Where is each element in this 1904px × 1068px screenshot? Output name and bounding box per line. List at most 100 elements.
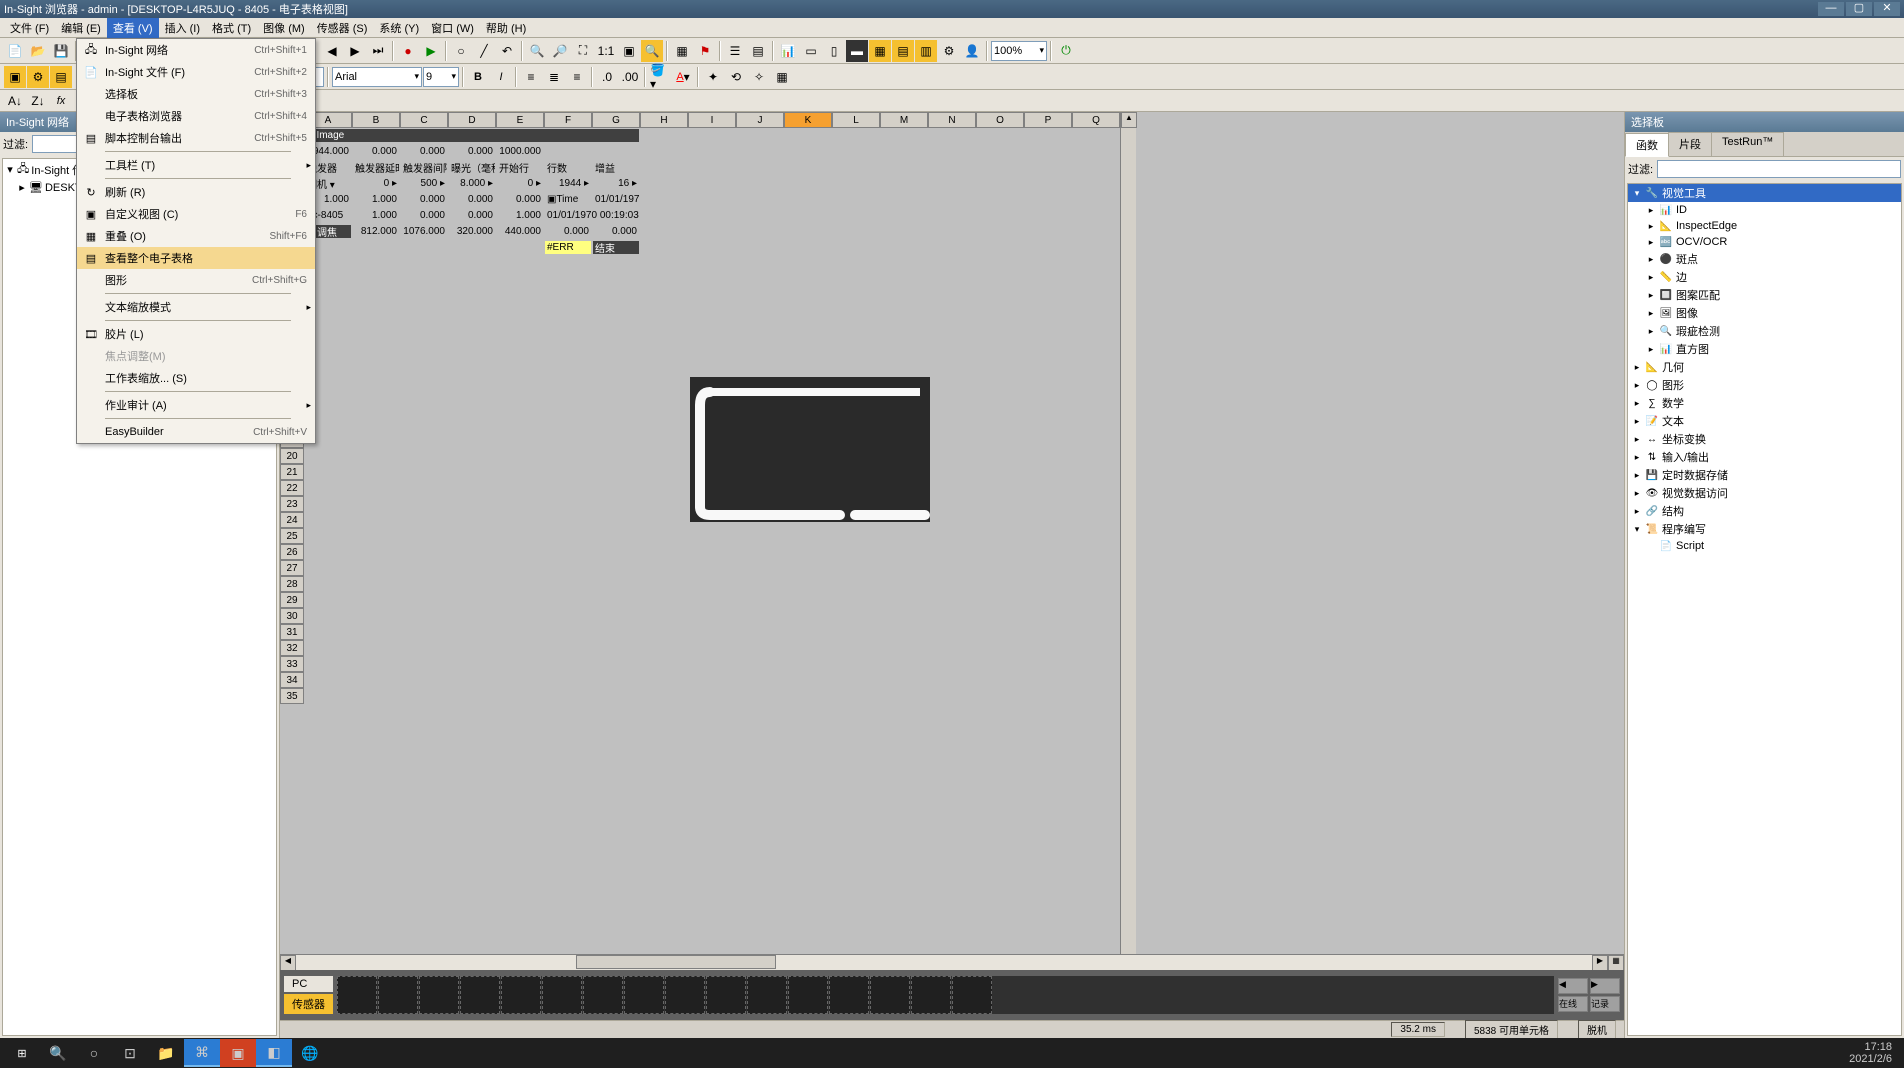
cell[interactable] [1072, 688, 1120, 703]
cell[interactable] [544, 288, 592, 303]
cell[interactable] [832, 240, 880, 255]
cell[interactable] [832, 416, 880, 431]
taskview-button[interactable]: ⊡ [112, 1039, 148, 1067]
cell[interactable] [544, 352, 592, 367]
cell[interactable] [400, 272, 448, 287]
cell[interactable] [592, 496, 640, 511]
cell[interactable] [352, 464, 400, 479]
cell[interactable] [352, 368, 400, 383]
cell[interactable] [448, 560, 496, 575]
cell[interactable] [400, 688, 448, 703]
cell[interactable] [688, 656, 736, 671]
cell[interactable] [736, 400, 784, 415]
menu-item[interactable]: 文本缩放模式▸ [77, 296, 315, 318]
cell[interactable] [976, 656, 1024, 671]
cell[interactable] [784, 528, 832, 543]
cell[interactable] [592, 144, 640, 159]
cell[interactable] [928, 320, 976, 335]
zoom-100-button[interactable]: 1:1 [595, 40, 617, 62]
cell[interactable] [832, 432, 880, 447]
cell[interactable] [496, 688, 544, 703]
cell[interactable] [592, 320, 640, 335]
cell[interactable] [928, 384, 976, 399]
cell[interactable] [544, 496, 592, 511]
cell[interactable] [400, 240, 448, 255]
cell[interactable] [1024, 688, 1072, 703]
cell[interactable] [352, 288, 400, 303]
cell[interactable] [400, 656, 448, 671]
cell[interactable] [688, 480, 736, 495]
cell[interactable] [832, 320, 880, 335]
cell[interactable] [928, 400, 976, 415]
cell[interactable] [1024, 384, 1072, 399]
menu-8[interactable]: 窗口 (W) [425, 18, 480, 38]
tool-tree-item[interactable]: ▸🔍瑕疵检测 [1628, 322, 1901, 340]
cell[interactable] [976, 352, 1024, 367]
cell[interactable] [448, 672, 496, 687]
cell[interactable] [1072, 304, 1120, 319]
cell[interactable] [352, 576, 400, 591]
cell[interactable] [400, 672, 448, 687]
col-header[interactable]: C [400, 112, 448, 128]
font-combo[interactable]: Arial ▾ [332, 67, 422, 87]
cell[interactable] [832, 304, 880, 319]
cell[interactable] [544, 688, 592, 703]
cell[interactable] [400, 352, 448, 367]
cell[interactable] [448, 496, 496, 511]
cell[interactable] [976, 400, 1024, 415]
cell[interactable] [928, 144, 976, 159]
cell[interactable] [880, 160, 928, 175]
cell[interactable] [976, 560, 1024, 575]
tool-tree-item[interactable]: ▸📐几何 [1628, 358, 1901, 376]
cell[interactable]: 440.000 [496, 224, 544, 239]
cell[interactable] [496, 352, 544, 367]
menu-1[interactable]: 编辑 (E) [55, 18, 107, 38]
cell[interactable] [304, 512, 352, 527]
cell[interactable] [496, 656, 544, 671]
cell[interactable] [688, 160, 736, 175]
cell[interactable] [544, 368, 592, 383]
cell[interactable] [880, 688, 928, 703]
cell[interactable] [400, 448, 448, 463]
fs-online-button[interactable]: 在线 [1558, 996, 1588, 1012]
cell[interactable] [448, 592, 496, 607]
cell[interactable] [688, 304, 736, 319]
cell[interactable] [448, 688, 496, 703]
cell[interactable] [640, 464, 688, 479]
cell[interactable] [640, 192, 688, 207]
cell[interactable] [832, 288, 880, 303]
cell[interactable] [1072, 512, 1120, 527]
cell[interactable] [1024, 640, 1072, 655]
cell[interactable] [448, 432, 496, 447]
cell[interactable] [640, 592, 688, 607]
cell[interactable] [1072, 416, 1120, 431]
cell[interactable] [352, 624, 400, 639]
cell[interactable] [1072, 528, 1120, 543]
cell[interactable] [1072, 368, 1120, 383]
cell[interactable] [832, 208, 880, 223]
cell[interactable] [304, 560, 352, 575]
cell[interactable] [880, 352, 928, 367]
cell[interactable] [928, 592, 976, 607]
cell[interactable] [736, 272, 784, 287]
row-header[interactable]: 35 [280, 688, 304, 704]
cell[interactable] [544, 320, 592, 335]
cell[interactable] [880, 304, 928, 319]
tool-tree-item[interactable]: ▸🖼图像 [1628, 304, 1901, 322]
col-header[interactable]: G [592, 112, 640, 128]
cell[interactable] [976, 288, 1024, 303]
cell[interactable] [1024, 352, 1072, 367]
nav-last-button[interactable]: ⏭ [367, 40, 389, 62]
cell[interactable] [400, 432, 448, 447]
cell[interactable] [784, 400, 832, 415]
cell[interactable] [544, 608, 592, 623]
cell[interactable] [544, 432, 592, 447]
cell[interactable] [832, 528, 880, 543]
tool-tree-item[interactable]: ▸↔坐标变换 [1628, 430, 1901, 448]
cell[interactable] [352, 320, 400, 335]
cell[interactable] [976, 128, 1024, 143]
cell[interactable] [304, 592, 352, 607]
user-button[interactable]: 👤 [961, 40, 983, 62]
cell[interactable] [1024, 624, 1072, 639]
col-header[interactable]: P [1024, 112, 1072, 128]
